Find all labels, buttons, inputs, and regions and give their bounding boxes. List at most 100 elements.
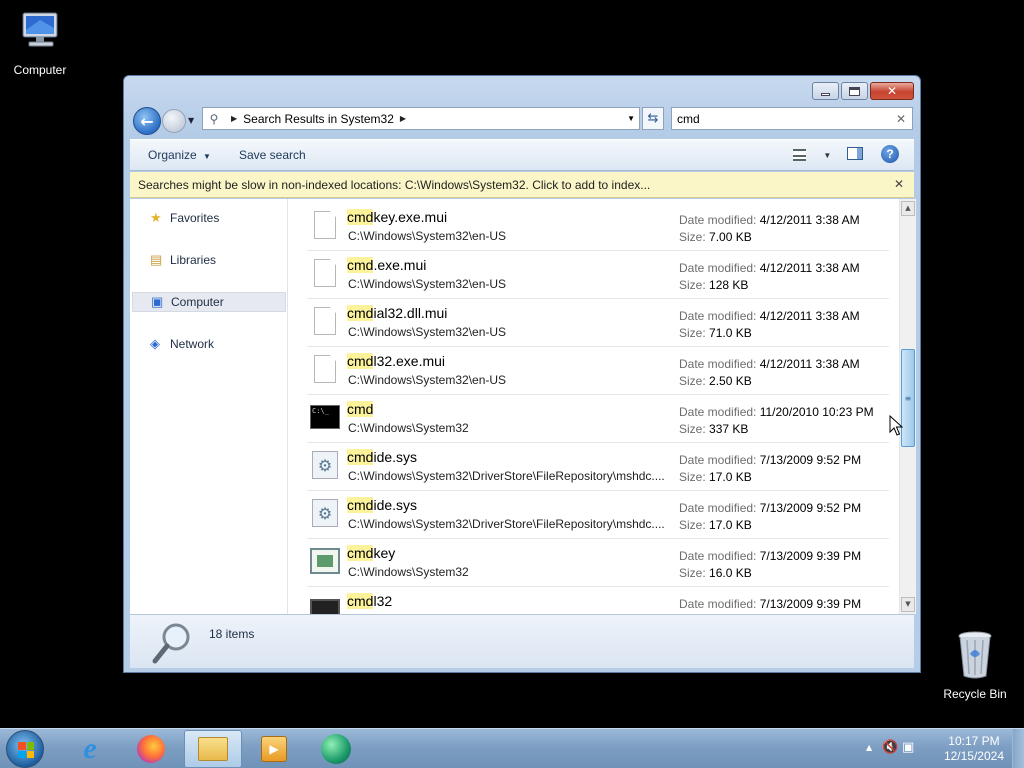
navigation-bar: ← ▼ ⚲ ▶ Search Results in System32 ▶ ▼ ⇆… xyxy=(130,104,914,136)
mouse-cursor-icon xyxy=(889,414,904,440)
computer-icon xyxy=(2,8,78,59)
clock[interactable]: 10:17 PM 12/15/2024 xyxy=(944,734,1004,764)
search-match: cmd xyxy=(347,545,374,561)
breadcrumb-chevron-icon[interactable]: ▶ xyxy=(400,114,406,123)
change-view-button[interactable]: ▼ xyxy=(793,147,831,161)
clock-date: 12/15/2024 xyxy=(943,749,1004,763)
file-size: Size: 16.0 KB xyxy=(679,566,752,580)
computer-icon: ▣ xyxy=(151,294,164,309)
file-row[interactable]: cmdkey C:\Windows\System32 Date modified… xyxy=(307,539,889,587)
address-bar[interactable]: ⚲ ▶ Search Results in System32 ▶ ▼ xyxy=(202,107,640,130)
file-row[interactable]: ⚙ cmdide.sys C:\Windows\System32\DriverS… xyxy=(307,443,889,491)
save-search-label: Save search xyxy=(239,148,306,162)
back-arrow-icon: ← xyxy=(140,111,154,131)
chevron-down-icon[interactable]: ▼ xyxy=(823,151,831,160)
file-name: cmdial32.dll.mui xyxy=(347,305,447,321)
help-button[interactable]: ? xyxy=(881,145,899,163)
preview-pane-icon xyxy=(847,147,863,160)
nav-item-label: Favorites xyxy=(170,211,220,225)
show-desktop-button[interactable] xyxy=(1012,729,1024,768)
file-row[interactable]: cmd.exe.mui C:\Windows\System32\en-US Da… xyxy=(307,251,889,299)
search-match: cmd xyxy=(347,353,374,369)
nav-item-libraries[interactable]: ▤ Libraries xyxy=(132,250,286,270)
date-modified: Date modified: 7/13/2009 9:39 PM xyxy=(679,597,862,611)
file-size: Size: 337 KB xyxy=(679,422,749,436)
taskbar-app[interactable] xyxy=(307,730,365,768)
refresh-button[interactable]: ⇆ xyxy=(642,107,664,130)
command-bar: Organize ▼ Save search ▼ ? xyxy=(130,139,914,171)
taskbar-firefox[interactable] xyxy=(122,730,180,768)
close-button[interactable]: ✕ xyxy=(870,82,914,100)
file-name-rest: l32 xyxy=(373,593,393,609)
breadcrumb-chevron-icon[interactable]: ▶ xyxy=(231,114,237,123)
network-status-icon[interactable]: ▣ xyxy=(902,740,914,755)
search-match: cmd xyxy=(347,209,374,225)
close-icon: ✕ xyxy=(886,84,898,98)
save-search-button[interactable]: Save search xyxy=(239,148,306,162)
help-icon: ? xyxy=(886,147,894,161)
taskbar: e ▶ ▲ 🔇 ▣ 10:17 PM 12/15/2024 xyxy=(0,728,1024,768)
document-icon xyxy=(310,355,340,385)
file-path: C:\Windows\System32 xyxy=(348,421,469,435)
back-button[interactable]: ← xyxy=(133,107,161,135)
forward-button[interactable] xyxy=(162,109,186,133)
index-info-bar[interactable]: Searches might be slow in non-indexed lo… xyxy=(130,172,914,198)
file-row[interactable]: ⚙ cmdide.sys C:\Windows\System32\DriverS… xyxy=(307,491,889,539)
clear-search-icon[interactable]: ✕ xyxy=(896,112,906,126)
recent-pages-dropdown[interactable]: ▼ xyxy=(188,116,194,125)
nav-item-favorites[interactable]: ★ Favorites xyxy=(132,208,286,228)
date-modified: Date modified: 7/13/2009 9:52 PM xyxy=(679,453,862,467)
taskbar-windows-explorer[interactable] xyxy=(184,730,242,768)
nav-item-computer[interactable]: ▣ Computer xyxy=(132,292,286,312)
navigation-pane: ★ Favorites ▤ Libraries ▣ Computer ◈ Net… xyxy=(130,199,288,614)
minimize-icon xyxy=(821,92,830,96)
file-row[interactable]: cmdial32.dll.mui C:\Windows\System32\en-… xyxy=(307,299,889,347)
search-match: cmd xyxy=(347,497,374,513)
vertical-scrollbar[interactable]: ▲ ≡ ▼ xyxy=(899,199,916,614)
system-file-icon: ⚙ xyxy=(310,451,340,481)
taskbar-media-player[interactable]: ▶ xyxy=(245,730,303,768)
search-match: cmd xyxy=(347,449,374,465)
file-size: Size: 71.0 KB xyxy=(679,326,752,340)
nav-item-network[interactable]: ◈ Network xyxy=(132,334,286,354)
file-path: C:\Windows\System32\en-US xyxy=(348,325,507,339)
search-input[interactable]: cmd ✕ xyxy=(671,107,913,130)
desktop-recycle-bin-shortcut[interactable]: Recycle Bin xyxy=(937,630,1013,701)
file-row[interactable]: cmdkey.exe.mui C:\Windows\System32\en-US… xyxy=(307,203,889,251)
show-hidden-icons-icon[interactable]: ▲ xyxy=(866,743,872,752)
file-name: cmdl32.exe.mui xyxy=(347,353,445,369)
file-name-rest: ial32.dll.mui xyxy=(373,305,448,321)
desktop-computer-shortcut[interactable]: Computer xyxy=(2,8,78,77)
volume-muted-icon[interactable]: 🔇 xyxy=(882,740,898,755)
address-dropdown-icon[interactable]: ▼ xyxy=(627,114,635,123)
firefox-icon xyxy=(137,735,165,763)
recycle-bin-icon xyxy=(937,630,1013,683)
desktop-icon-label: Recycle Bin xyxy=(943,687,1007,701)
close-icon[interactable]: ✕ xyxy=(894,177,904,191)
search-match: cmd xyxy=(347,593,374,609)
file-row[interactable]: cmdl32 Date modified: 7/13/2009 9:39 PM xyxy=(307,587,889,614)
date-modified: Date modified: 4/12/2011 3:38 AM xyxy=(679,213,860,227)
network-icon: ◈ xyxy=(150,336,160,351)
cmdl32-icon xyxy=(310,595,340,614)
file-row[interactable]: C:\_ cmd C:\Windows\System32 Date modifi… xyxy=(307,395,889,443)
folder-icon xyxy=(198,737,228,761)
windows-logo-icon xyxy=(18,742,34,758)
minimize-button[interactable] xyxy=(812,82,839,100)
taskbar-internet-explorer[interactable]: e xyxy=(61,730,119,768)
chevron-down-icon: ▼ xyxy=(203,152,211,161)
breadcrumb-search-results[interactable]: Search Results in System32 xyxy=(243,112,394,126)
system-tray: ▲ 🔇 ▣ 10:17 PM 12/15/2024 xyxy=(854,729,1024,768)
file-row[interactable]: cmdl32.exe.mui C:\Windows\System32\en-US… xyxy=(307,347,889,395)
preview-pane-button[interactable] xyxy=(847,147,863,163)
scroll-up-button[interactable]: ▲ xyxy=(901,201,915,216)
details-pane: 18 items xyxy=(130,614,914,668)
organize-button[interactable]: Organize ▼ xyxy=(148,148,211,162)
date-modified: Date modified: 11/20/2010 10:23 PM xyxy=(679,405,874,419)
start-button[interactable] xyxy=(6,730,44,768)
scroll-thumb[interactable]: ≡ xyxy=(901,349,915,447)
file-size: Size: 17.0 KB xyxy=(679,470,752,484)
date-modified: Date modified: 4/12/2011 3:38 AM xyxy=(679,357,860,371)
maximize-button[interactable] xyxy=(841,82,868,100)
scroll-down-button[interactable]: ▼ xyxy=(901,597,915,612)
